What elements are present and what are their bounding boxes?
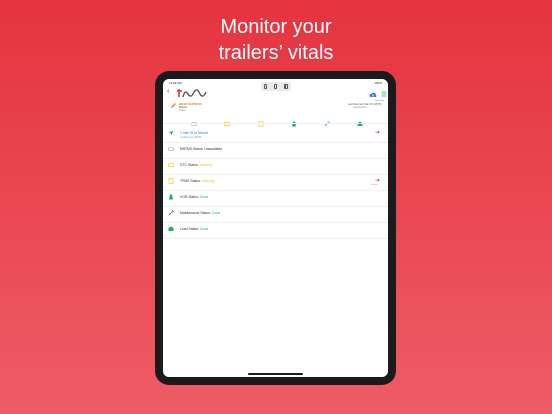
- vor-row[interactable]: VOR Status: Good: [163, 191, 388, 207]
- location-arrow-right-icon[interactable]: ➔: [375, 130, 380, 136]
- dtc-row[interactable]: DTC Status: Warning: [163, 159, 388, 175]
- inspection-list-icon[interactable]: [381, 91, 387, 98]
- trailer-type: Trailer: [179, 109, 186, 112]
- maintenance-row[interactable]: Maintenance Status: Good: [163, 207, 388, 223]
- ipad-frame: 11:09 AM 100% ‹ Inspection BNSF1N4P6K66 …: [155, 71, 396, 385]
- ebpms-row[interactable]: EBPMS Status: Unavailable: [163, 143, 388, 159]
- ebpms-label: EBPMS Status:: [180, 147, 204, 151]
- tab-divider: [163, 123, 388, 124]
- location-row[interactable]: 1 mile W of Moorie Location at 2:48 PM ➔: [163, 127, 388, 143]
- headline-line-1: Monitor your: [220, 16, 332, 38]
- split-view-icon[interactable]: [273, 84, 277, 89]
- tab-load[interactable]: [357, 114, 365, 126]
- tab-road[interactable]: [291, 114, 299, 127]
- tpms-row[interactable]: TPMS Status: Warning ➔ 6 alerts: [163, 175, 388, 191]
- dtc-value: Warning: [199, 163, 212, 167]
- ebpms-icon: [168, 147, 174, 151]
- location-title: 1 mile W of Moorie: [180, 131, 209, 135]
- vor-value: Good: [199, 195, 209, 199]
- tpms-value: Warning: [201, 179, 215, 183]
- app-logo: [177, 89, 207, 98]
- load-status: Load Status: Good: [180, 227, 208, 231]
- status-time: 11:09 AM: [169, 81, 182, 85]
- multitask-control[interactable]: [261, 82, 291, 91]
- tpms-icon: [168, 178, 174, 184]
- dtc-label: DTC Status:: [180, 163, 199, 167]
- tpms-label: TPMS Status:: [180, 179, 201, 183]
- dtc-icon: [168, 163, 174, 167]
- load-value: Good: [200, 227, 209, 231]
- load-icon: [168, 226, 174, 231]
- last-position: Last Position:: [353, 106, 368, 109]
- headline-line-2: trailers’ vitals: [218, 42, 334, 64]
- tab-power[interactable]: [258, 114, 266, 127]
- tab-brakes[interactable]: [224, 114, 232, 126]
- tab-tires[interactable]: [191, 114, 199, 126]
- maintenance-value: Good: [211, 211, 221, 215]
- tpms-alert-count: 6 alerts: [371, 184, 378, 186]
- maintenance-label: Maintenance Status:: [180, 211, 211, 215]
- cloud-download-icon[interactable]: [369, 92, 377, 98]
- app-screen: 11:09 AM 100% ‹ Inspection BNSF1N4P6K66 …: [163, 79, 388, 377]
- road-icon: [169, 194, 173, 200]
- tpms-status: TPMS Status: Warning: [180, 179, 214, 183]
- vor-status: VOR Status: Good: [180, 195, 208, 199]
- status-battery: 100%: [374, 81, 382, 85]
- vor-label: VOR Status:: [180, 195, 199, 199]
- fullscreen-icon[interactable]: [264, 84, 268, 89]
- load-row[interactable]: Load Status: Good: [163, 223, 388, 239]
- ebpms-status: EBPMS Status: Unavailable: [180, 147, 222, 151]
- wrench-icon: [168, 210, 174, 216]
- slide-over-icon[interactable]: [283, 84, 288, 89]
- home-indicator[interactable]: [248, 373, 303, 375]
- maintenance-status: Maintenance Status: Good: [180, 211, 220, 215]
- dtc-status: DTC Status: Warning: [180, 163, 212, 167]
- edit-pencil-icon[interactable]: [170, 102, 177, 109]
- location-arrow-icon: [168, 130, 174, 136]
- ebpms-value: Unavailable: [204, 147, 223, 151]
- back-chevron-icon[interactable]: ‹: [167, 88, 169, 95]
- load-label: Load Status:: [180, 227, 200, 231]
- inspection-label: Inspection: [375, 100, 385, 102]
- tab-maintenance[interactable]: [324, 114, 332, 127]
- location-subtitle: Location at 2:48 PM: [180, 136, 202, 139]
- headline: Monitor your trailers’ vitals: [0, 14, 552, 66]
